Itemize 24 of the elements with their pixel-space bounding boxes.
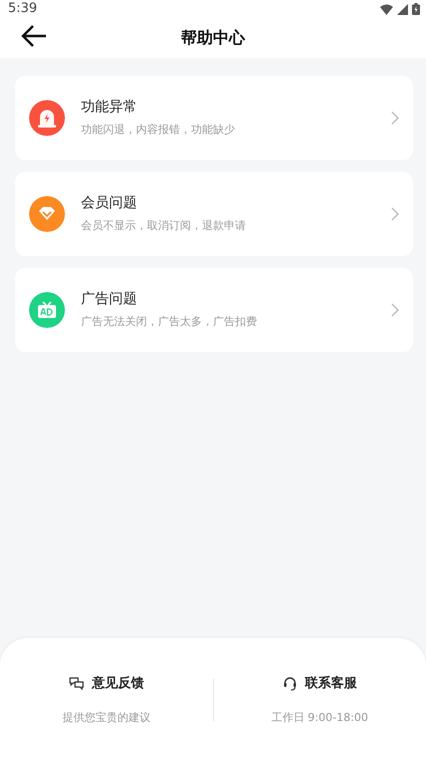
category-description: 会员不显示，取消订阅，退款申请: [81, 218, 247, 234]
category-title: 功能异常: [81, 98, 138, 118]
battery-icon: [412, 3, 420, 15]
signal-icon: [397, 4, 408, 14]
back-arrow-icon[interactable]: [20, 24, 48, 48]
category-card[interactable]: 功能异常 功能闪退，内容报错，功能缺少: [15, 76, 413, 160]
chat-bubbles-icon: [68, 677, 84, 690]
footer-caption: 工作日 9:00-18:00: [270, 710, 370, 726]
page-title: 帮助中心: [181, 27, 245, 49]
footer-caption: 提供您宝贵的建议: [61, 710, 152, 726]
clock-time: 5:39: [8, 0, 38, 18]
category-card[interactable]: 广告问题 广告无法关闭，广告太多，广告扣费: [15, 268, 413, 352]
wifi-icon: [380, 4, 393, 14]
category-description: 功能闪退，内容报错，功能缺少: [81, 122, 236, 138]
category-title: 广告问题: [81, 290, 138, 310]
category-description: 广告无法关闭，广告太多，广告扣费: [81, 314, 258, 330]
category-title: 会员问题: [81, 194, 138, 214]
chevron-right-icon: [391, 303, 399, 317]
chevron-right-icon: [391, 111, 399, 125]
category-card[interactable]: 会员问题 会员不显示，取消订阅，退款申请: [15, 172, 413, 256]
chevron-right-icon: [391, 207, 399, 221]
headset-icon: [282, 676, 297, 692]
feedback-button[interactable]: 意见反馈: [68, 674, 144, 694]
contact-service-button[interactable]: 联系客服: [282, 674, 357, 694]
